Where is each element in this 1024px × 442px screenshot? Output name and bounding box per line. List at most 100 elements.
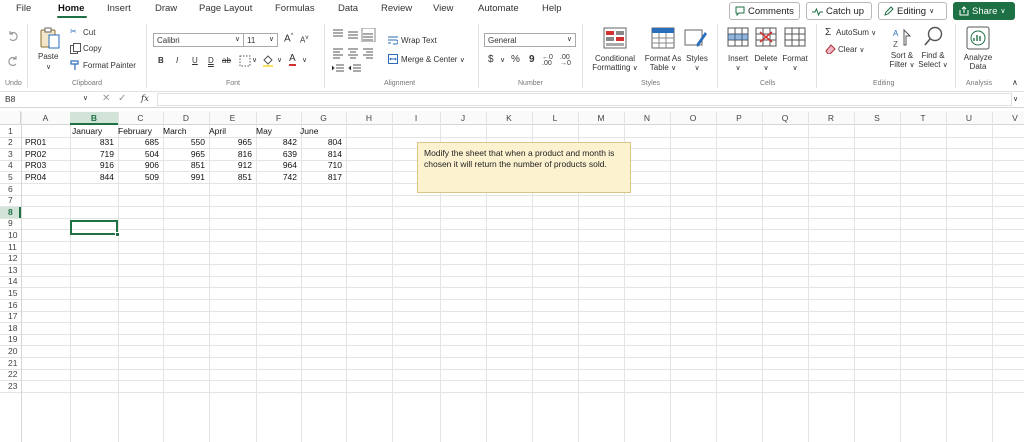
value-cell[interactable]: 509 — [118, 172, 159, 183]
column-header-m[interactable]: M — [578, 112, 624, 125]
column-header-q[interactable]: Q — [762, 112, 808, 125]
bold-button[interactable]: B — [158, 56, 164, 65]
clear-button[interactable]: Clear ∨ — [838, 45, 864, 54]
row-header-23[interactable]: 23 — [0, 381, 21, 392]
column-header-g[interactable]: G — [301, 112, 346, 125]
tab-view[interactable]: View — [433, 3, 453, 14]
value-cell[interactable]: 916 — [70, 160, 114, 171]
insert-function-icon[interactable]: fx — [141, 94, 149, 104]
insert-cells-button[interactable]: Insert ∨ — [726, 54, 750, 72]
value-cell[interactable]: 742 — [256, 172, 297, 183]
strikethrough-button[interactable]: ab — [222, 56, 231, 65]
comments-button[interactable]: Comments — [729, 2, 800, 20]
column-header-e[interactable]: E — [209, 112, 256, 125]
underline-button[interactable]: U — [192, 56, 198, 65]
column-header-l[interactable]: L — [532, 112, 578, 125]
row-header-19[interactable]: 19 — [0, 334, 21, 345]
decrease-font-size-button[interactable]: Av — [300, 35, 308, 45]
vertical-align-icons[interactable] — [332, 28, 376, 42]
product-cell[interactable]: PR04 — [25, 172, 69, 183]
row-header-8[interactable]: 8 — [0, 206, 21, 218]
analyze-data-button[interactable]: Analyze Data — [962, 53, 994, 71]
increase-decimal-icon[interactable]: ←0.00 — [542, 54, 553, 67]
column-header-c[interactable]: C — [118, 112, 163, 125]
value-cell[interactable]: 685 — [118, 137, 159, 148]
row-header-17[interactable]: 17 — [0, 311, 21, 322]
tab-help[interactable]: Help — [542, 3, 562, 14]
row-header-18[interactable]: 18 — [0, 323, 21, 334]
column-header-r[interactable]: R — [808, 112, 854, 125]
value-cell[interactable]: 504 — [118, 149, 159, 160]
value-cell[interactable]: 965 — [209, 137, 252, 148]
borders-icon[interactable] — [239, 55, 251, 67]
value-cell[interactable]: 844 — [70, 172, 114, 183]
value-cell[interactable]: 965 — [163, 149, 205, 160]
delete-cells-button[interactable]: Delete ∨ — [752, 54, 780, 72]
column-header-a[interactable]: A — [21, 112, 70, 125]
tab-data[interactable]: Data — [338, 3, 358, 14]
collapse-ribbon-icon[interactable]: ∧ — [1012, 78, 1018, 87]
column-header-k[interactable]: K — [486, 112, 532, 125]
value-cell[interactable]: 550 — [163, 137, 205, 148]
name-box[interactable]: B8 ∨ — [2, 93, 90, 106]
row-header-12[interactable]: 12 — [0, 253, 21, 264]
column-header-u[interactable]: U — [946, 112, 992, 125]
font-size-select[interactable]: 11 ∨ — [243, 33, 278, 47]
fill-handle[interactable] — [115, 232, 120, 237]
row-header-9[interactable]: 9 — [0, 218, 21, 229]
value-cell[interactable]: 817 — [301, 172, 342, 183]
wrap-text-button[interactable]: Wrap Text — [401, 36, 437, 45]
tab-home[interactable]: Home — [58, 3, 84, 14]
row-header-15[interactable]: 15 — [0, 288, 21, 299]
row-header-14[interactable]: 14 — [0, 276, 21, 287]
cut-button[interactable]: Cut — [83, 28, 95, 37]
cell-styles-button[interactable]: Styles ∨ — [686, 54, 708, 72]
value-cell[interactable]: 639 — [256, 149, 297, 160]
row-header-1[interactable]: 1 — [0, 126, 21, 137]
increase-font-size-button[interactable]: A^ — [284, 33, 294, 44]
value-cell[interactable]: 816 — [209, 149, 252, 160]
undo-icon[interactable] — [7, 30, 19, 42]
chevron-down-icon[interactable]: ∨ — [277, 56, 282, 64]
row-header-20[interactable]: 20 — [0, 346, 21, 357]
tab-formulas[interactable]: Formulas — [275, 3, 315, 14]
column-header-n[interactable]: N — [624, 112, 670, 125]
column-header-i[interactable]: I — [392, 112, 440, 125]
sort-filter-button[interactable]: Sort & Filter ∨ — [887, 51, 917, 69]
row-header-22[interactable]: 22 — [0, 369, 21, 380]
format-painter-button[interactable]: Format Painter — [83, 61, 136, 70]
formula-input[interactable] — [157, 93, 1012, 106]
note-textbox[interactable]: Modify the sheet that when a product and… — [417, 142, 631, 193]
chevron-down-icon[interactable]: ∨ — [302, 56, 307, 64]
value-cell[interactable]: 831 — [70, 137, 114, 148]
chevron-down-icon[interactable]: ∨ — [252, 56, 257, 64]
copy-button[interactable]: Copy — [83, 44, 102, 53]
fill-color-icon[interactable] — [262, 54, 274, 67]
share-button[interactable]: Share ∨ — [953, 2, 1015, 20]
value-cell[interactable]: 912 — [209, 160, 252, 171]
row-header-10[interactable]: 10 — [0, 230, 21, 241]
row-header-16[interactable]: 16 — [0, 300, 21, 311]
paste-icon[interactable] — [38, 26, 62, 50]
row-header-13[interactable]: 13 — [0, 265, 21, 276]
comma-style-button[interactable]: 9 — [529, 54, 535, 65]
enter-icon[interactable]: ✓ — [118, 93, 126, 104]
row-header-5[interactable]: 5 — [0, 172, 21, 183]
indent-icons[interactable] — [332, 63, 362, 73]
value-cell[interactable]: 851 — [209, 172, 252, 183]
column-header-s[interactable]: S — [854, 112, 900, 125]
select-all-corner[interactable] — [0, 111, 21, 125]
value-cell[interactable]: 814 — [301, 149, 342, 160]
column-header-d[interactable]: D — [163, 112, 209, 125]
cancel-icon[interactable]: ✕ — [102, 93, 110, 104]
chevron-down-icon[interactable]: ∨ — [46, 63, 51, 71]
find-select-button[interactable]: Find & Select ∨ — [918, 51, 948, 69]
column-header-t[interactable]: T — [900, 112, 946, 125]
chevron-down-icon[interactable]: ∨ — [500, 56, 505, 64]
value-cell[interactable]: 991 — [163, 172, 205, 183]
redo-icon[interactable] — [7, 55, 19, 67]
column-header-b[interactable]: B — [70, 112, 118, 125]
merge-center-button[interactable]: Merge & Center ∨ — [401, 55, 465, 64]
catch-up-button[interactable]: Catch up — [806, 2, 872, 20]
row-header-4[interactable]: 4 — [0, 160, 21, 171]
